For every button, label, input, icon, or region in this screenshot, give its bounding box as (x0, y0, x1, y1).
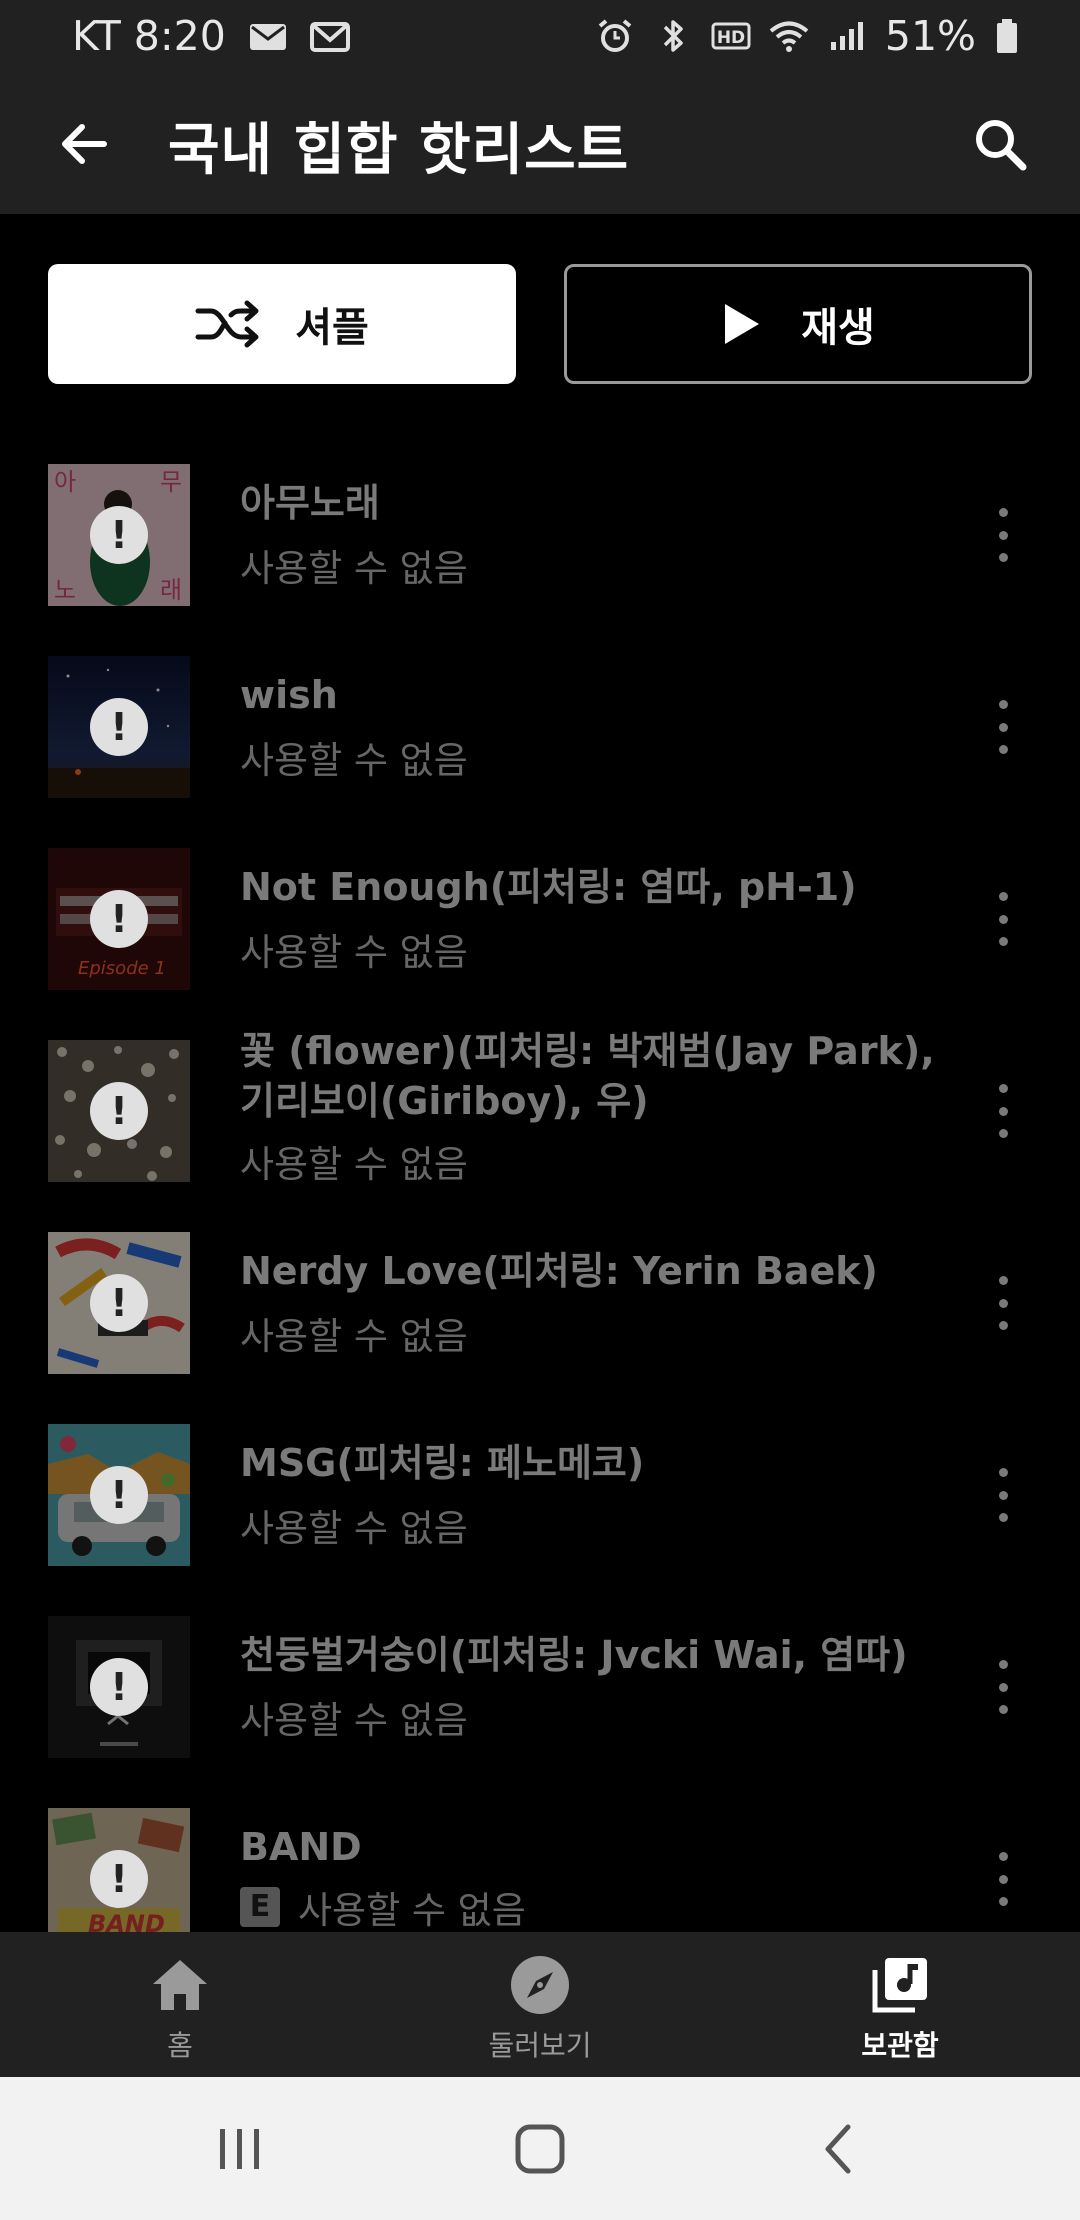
track-title: Nerdy Love(피처링: Yerin Baek) (240, 1249, 878, 1293)
track-status: 사용할 수 없음 (240, 1315, 468, 1358)
nav-library[interactable]: 보관함 (720, 1932, 1080, 2077)
track-row[interactable]: 아 무 노 래 ! 아무노래 사용할 수 없음 (0, 440, 1080, 632)
track-subtitle: 사용할 수 없음 (240, 922, 468, 976)
nav-library-label: 보관함 (861, 2029, 939, 2062)
mail-icon (248, 18, 288, 54)
track-status: 사용할 수 없음 (240, 1143, 468, 1186)
unavailable-alert-icon: ! (90, 1274, 148, 1332)
search-button[interactable] (968, 112, 1032, 176)
track-row[interactable]: BAND ! BAND E 사용할 수 없음 (0, 1784, 1080, 1932)
carrier-time: KT 8:20 (72, 12, 226, 60)
more-options-icon[interactable] (988, 1660, 1018, 1714)
home-system-button[interactable] (510, 2119, 570, 2179)
track-subtitle: 사용할 수 없음 (240, 730, 468, 784)
gmail-icon (309, 18, 350, 54)
search-icon (976, 120, 1027, 171)
track-status: 사용할 수 없음 (240, 739, 468, 782)
app-bar: 국내 힙합 핫리스트 (0, 72, 1080, 214)
track-subtitle: 사용할 수 없음 (240, 1306, 468, 1360)
track-title: 아무노래 (240, 481, 380, 525)
svg-text:아: 아 (54, 468, 76, 496)
track-row[interactable]: ! 꽃 (flower)(피처링: 박재범(Jay Park), 기리보이(Gi… (0, 1016, 1080, 1208)
track-row[interactable]: ! MSG(피처링: 페노메코) 사용할 수 없음 (0, 1400, 1080, 1592)
more-options-icon[interactable] (988, 700, 1018, 754)
more-options-icon[interactable] (988, 892, 1018, 946)
svg-text:노: 노 (54, 576, 76, 604)
track-row[interactable]: ! Nerdy Love(피처링: Yerin Baek) 사용할 수 없음 (0, 1208, 1080, 1400)
battery-percent: 51% (884, 12, 976, 60)
svg-text:Episode 1: Episode 1 (78, 958, 166, 979)
unavailable-alert-icon: ! (90, 1082, 148, 1140)
more-options-icon[interactable] (988, 1468, 1018, 1522)
back-chevron-icon (825, 2124, 851, 2173)
svg-text:HD: HD (717, 28, 745, 48)
track-title: 꽃 (flower)(피처링: 박재범(Jay Park), 기리보이(Giri… (240, 1029, 935, 1123)
svg-text:래: 래 (160, 576, 182, 604)
recent-apps-icon (220, 2128, 259, 2169)
shuffle-button[interactable]: 셔플 (48, 264, 516, 384)
wifi-icon (769, 18, 809, 54)
explicit-badge: E (240, 1887, 280, 1927)
track-subtitle: 사용할 수 없음 (240, 1134, 468, 1188)
home-square-icon (515, 2124, 565, 2173)
status-bar: KT 8:20 HD 51% (0, 0, 1080, 72)
track-status: 사용할 수 없음 (240, 1699, 468, 1742)
home-icon (153, 1960, 207, 2010)
svg-text:BAND: BAND (88, 1910, 165, 1932)
track-row[interactable]: Episode 1 ! Not Enough(피처링: 염따, pH-1) 사용… (0, 824, 1080, 1016)
compass-icon (511, 1956, 569, 2014)
page-title: 국내 힙합 핫리스트 (168, 118, 630, 183)
more-options-icon[interactable] (988, 1852, 1018, 1906)
track-row[interactable]: ! wish 사용할 수 없음 (0, 632, 1080, 824)
unavailable-alert-icon: ! (90, 1466, 148, 1524)
svg-text:무: 무 (160, 468, 182, 496)
unavailable-alert-icon: ! (90, 506, 148, 564)
unavailable-alert-icon: ! (90, 1658, 148, 1716)
nav-explore[interactable]: 둘러보기 (360, 1932, 720, 2077)
shuffle-label: 셔플 (295, 305, 369, 351)
track-status: 사용할 수 없음 (240, 1507, 468, 1550)
track-subtitle: E 사용할 수 없음 (240, 1880, 526, 1932)
bluetooth-icon (653, 18, 693, 54)
more-options-icon[interactable] (988, 1276, 1018, 1330)
battery-icon (994, 18, 1020, 54)
track-list: 아 무 노 래 ! 아무노래 사용할 수 없음 ! wish 사용할 수 없음 … (0, 440, 1080, 1932)
track-status: 사용할 수 없음 (240, 931, 468, 974)
unavailable-alert-icon: ! (90, 890, 148, 948)
track-title: Not Enough(피처링: 염따, pH-1) (240, 865, 857, 909)
arrow-back-icon (62, 124, 107, 164)
play-button[interactable]: 재생 (564, 264, 1032, 384)
track-title: MSG(피처링: 페노메코) (240, 1441, 645, 1485)
nav-home[interactable]: 홈 (0, 1932, 360, 2077)
nav-explore-label: 둘러보기 (488, 2029, 592, 2062)
track-subtitle: 사용할 수 없음 (240, 1690, 468, 1744)
unavailable-alert-icon: ! (90, 698, 148, 756)
track-title: 천둥벌거숭이(피처링: Jvcki Wai, 염따) (240, 1633, 908, 1677)
track-title: wish (240, 673, 338, 717)
bottom-navigation: 홈 둘러보기 보관함 (0, 1932, 1080, 2077)
play-icon (725, 304, 760, 344)
back-system-button[interactable] (810, 2119, 870, 2179)
alarm-icon (595, 18, 635, 54)
track-status: 사용할 수 없음 (240, 547, 468, 590)
track-title: BAND (240, 1825, 362, 1869)
play-label: 재생 (801, 305, 875, 351)
unavailable-alert-icon: ! (90, 1850, 148, 1908)
library-icon (872, 1958, 927, 2013)
back-button[interactable] (52, 114, 116, 174)
nav-home-label: 홈 (167, 2029, 193, 2062)
system-navigation-bar (0, 2077, 1080, 2220)
track-row[interactable]: ! 천둥벌거숭이(피처링: Jvcki Wai, 염따) 사용할 수 없음 (0, 1592, 1080, 1784)
recent-apps-button[interactable] (210, 2119, 270, 2179)
track-status: 사용할 수 없음 (298, 1889, 526, 1932)
track-subtitle: 사용할 수 없음 (240, 538, 468, 592)
signal-icon (827, 18, 867, 54)
track-subtitle: 사용할 수 없음 (240, 1498, 468, 1552)
more-options-icon[interactable] (988, 508, 1018, 562)
shuffle-icon (195, 300, 259, 348)
hd-icon: HD (711, 18, 751, 54)
more-options-icon[interactable] (988, 1084, 1018, 1138)
